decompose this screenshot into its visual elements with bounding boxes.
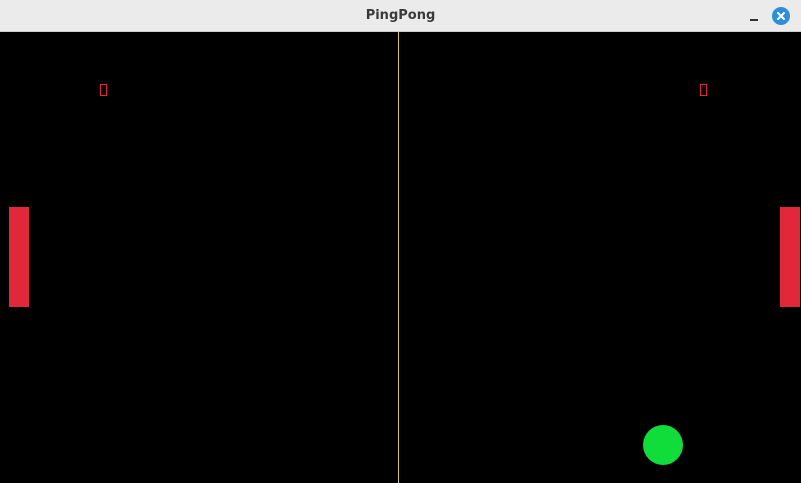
game-court[interactable]: 0 0	[0, 32, 801, 483]
ball	[643, 425, 683, 465]
title-bar[interactable]: PingPong	[0, 0, 801, 32]
window-title: PingPong	[365, 8, 436, 23]
minimize-button[interactable]	[744, 6, 764, 26]
minimize-icon	[750, 19, 758, 21]
score-left: 0	[100, 84, 107, 96]
score-right: 0	[700, 84, 707, 96]
close-button[interactable]	[772, 7, 790, 25]
left-paddle	[9, 207, 29, 307]
right-paddle	[780, 207, 800, 307]
center-line	[398, 32, 399, 483]
game-window: PingPong 0 0	[0, 0, 801, 483]
close-icon	[772, 7, 790, 25]
